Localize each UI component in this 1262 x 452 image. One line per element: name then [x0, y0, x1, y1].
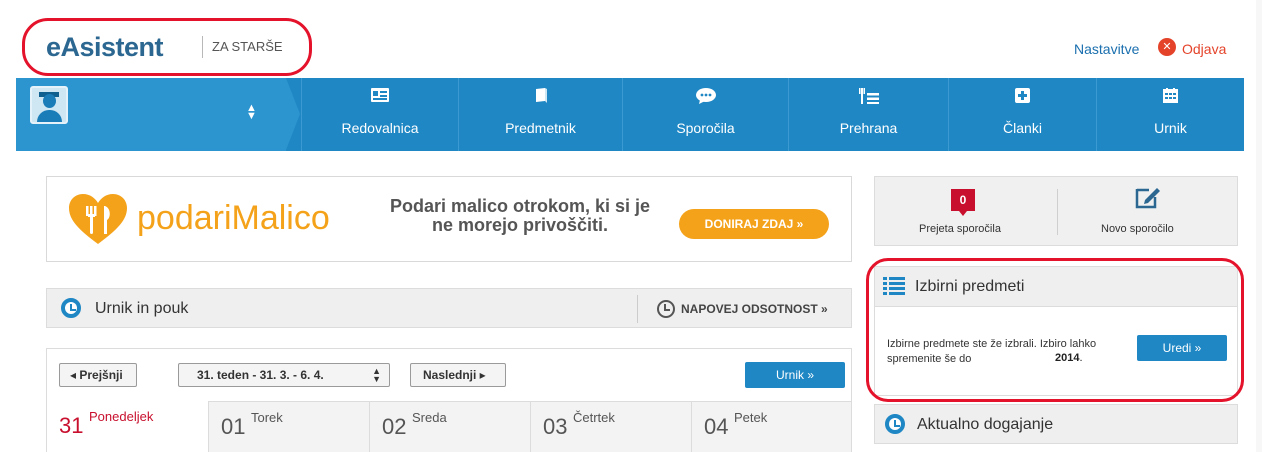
compose-icon[interactable] — [1135, 185, 1161, 209]
day-name: Ponedeljek — [89, 409, 154, 424]
app-logo[interactable]: eAsistent — [46, 32, 164, 63]
prev-week-button[interactable]: ◂ Prejšnji — [59, 363, 137, 387]
day-number: 04 — [704, 414, 729, 439]
avatar — [30, 86, 68, 124]
week-select-value: 31. teden - 31. 3. - 6. 4. — [197, 368, 324, 382]
heart-cutlery-icon — [69, 194, 127, 244]
nav-label: Redovalnica — [341, 120, 419, 136]
current-events-header: Aktualno dogajanje — [874, 404, 1238, 444]
nav-label: Urnik — [1154, 120, 1187, 136]
day-name: Petek — [734, 410, 768, 425]
day-number: 03 — [543, 414, 568, 439]
day-name: Sreda — [412, 410, 447, 425]
day-name: Četrtek — [573, 410, 615, 425]
logo-subtitle: ZA STARŠE — [212, 39, 283, 54]
announce-absence-link[interactable]: NAPOVEJ ODSOTNOST » — [681, 302, 828, 316]
id-card-icon — [302, 88, 458, 106]
top-header: eAsistent ZA STARŠE Nastavitve ✕ Odjava — [0, 0, 1262, 78]
nav-item-sporocila[interactable]: Sporočila — [622, 78, 788, 151]
book-icon — [459, 88, 622, 106]
week-schedule: ◂ Prejšnji 31. teden - 31. 3. - 6. 4. ▲ ▼… — [46, 348, 852, 452]
day-number: 02 — [382, 414, 407, 439]
main-navbar: ▲ ▼ Redovalnica Predmetnik Sporočila Preh… — [16, 78, 1244, 151]
messages-widget: 0 Prejeta sporočila Novo sporočilo — [874, 176, 1238, 246]
plus-square-icon — [949, 88, 1096, 106]
unread-count-badge[interactable]: 0 — [951, 189, 975, 216]
clock-outline-icon — [657, 300, 675, 318]
day-number: 01 — [221, 414, 246, 439]
schedule-title: Urnik in pouk — [95, 300, 189, 317]
podari-malico-banner[interactable]: podariMalico Podari malico otrokom, ki s… — [46, 176, 852, 262]
day-number: 31 — [59, 413, 84, 438]
donate-button[interactable]: DONIRAJ ZDAJ » — [679, 209, 829, 239]
elective-highlight-ring — [866, 258, 1244, 402]
tab-day-sreda[interactable]: 02 Sreda — [369, 401, 530, 452]
nav-item-redovalnica[interactable]: Redovalnica — [301, 78, 458, 151]
nav-item-clanki[interactable]: Članki — [948, 78, 1096, 151]
received-messages-link[interactable]: Prejeta sporočila — [919, 223, 1001, 235]
user-switcher[interactable]: ▲ ▼ — [16, 78, 286, 151]
nav-item-prehrana[interactable]: Prehrana — [788, 78, 948, 151]
current-events-title: Aktualno dogajanje — [917, 416, 1054, 433]
close-circle-icon[interactable]: ✕ — [1158, 38, 1176, 56]
settings-link[interactable]: Nastavitve — [1074, 41, 1139, 57]
tab-day-torek[interactable]: 01 Torek — [208, 401, 369, 452]
updown-arrows-icon: ▲ ▼ — [372, 366, 381, 384]
clock-icon — [885, 414, 905, 434]
tab-day-petek[interactable]: 04 Petek — [691, 401, 851, 452]
schedule-panel-header: Urnik in pouk NAPOVEJ ODSOTNOST » — [46, 288, 852, 328]
new-message-link[interactable]: Novo sporočilo — [1101, 223, 1174, 235]
day-tabs: 31 Ponedeljek 01 Torek 02 Sreda 03 Četrt… — [47, 401, 851, 452]
chat-icon — [623, 88, 788, 106]
divider — [1057, 189, 1058, 235]
divider — [637, 295, 638, 323]
tab-day-cetrtek[interactable]: 03 Četrtek — [530, 401, 691, 452]
nav-item-urnik[interactable]: Urnik — [1096, 78, 1244, 151]
next-week-button[interactable]: Naslednji ▸ — [410, 363, 506, 387]
nav-item-predmetnik[interactable]: Predmetnik — [458, 78, 622, 151]
updown-arrows-icon[interactable]: ▲ ▼ — [246, 103, 257, 122]
food-icon — [789, 88, 948, 106]
banner-brand: podariMalico — [137, 199, 330, 237]
calendar-icon — [1097, 88, 1244, 106]
day-name: Torek — [251, 410, 283, 425]
scrollbar[interactable] — [1256, 0, 1262, 452]
nav-label: Prehrana — [839, 120, 898, 136]
nav-label: Sporočila — [676, 120, 735, 136]
week-select[interactable]: 31. teden - 31. 3. - 6. 4. ▲ ▼ — [178, 363, 390, 387]
banner-message: Podari malico otrokom, ki si je ne morej… — [389, 196, 651, 235]
nav-label: Predmetnik — [505, 120, 576, 136]
tab-day-ponedeljek[interactable]: 31 Ponedeljek — [47, 401, 208, 452]
nav-label: Članki — [1003, 120, 1042, 136]
logout-link[interactable]: Odjava — [1182, 41, 1226, 57]
clock-icon — [61, 298, 81, 318]
logo-divider — [202, 36, 203, 58]
timetable-button[interactable]: Urnik » — [745, 362, 845, 388]
